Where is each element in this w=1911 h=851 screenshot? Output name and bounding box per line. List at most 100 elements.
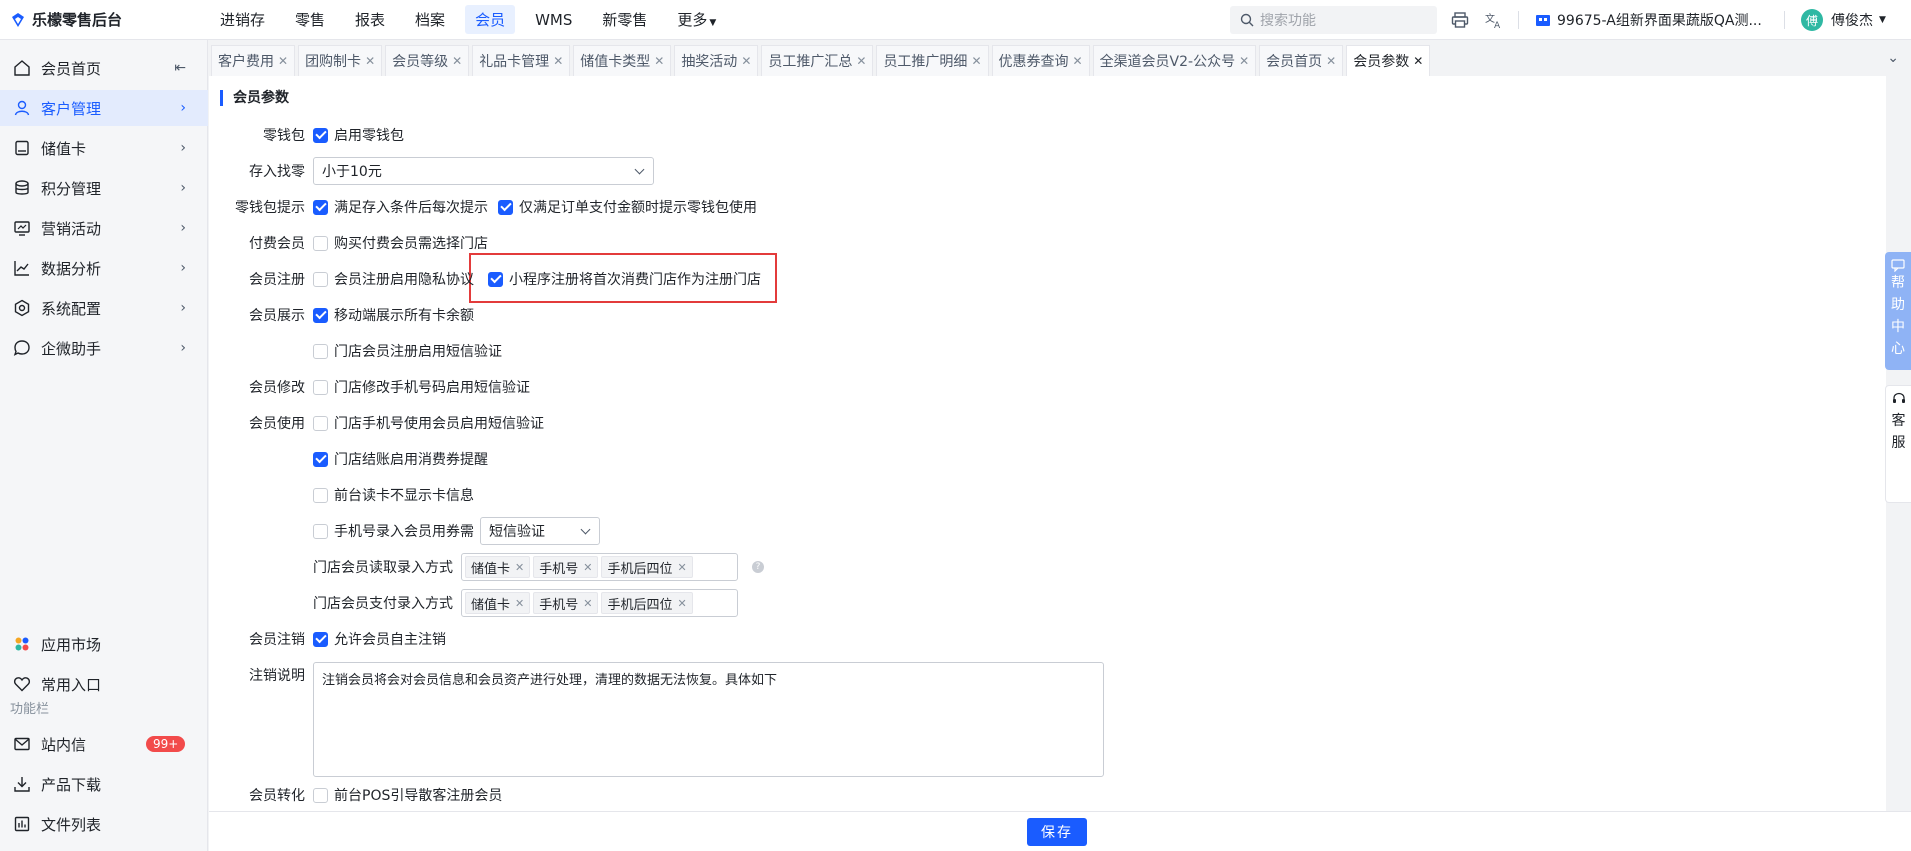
search-input[interactable]: 搜索功能 — [1230, 6, 1437, 34]
tab-label: 全渠道会员V2-公众号 — [1099, 54, 1236, 70]
close-icon[interactable]: ✕ — [1073, 54, 1083, 68]
line-chart-icon — [13, 259, 31, 277]
tab-label: 优惠券查询 — [998, 54, 1069, 70]
tag: 手机号 ✕ — [533, 592, 599, 614]
nav-item-retail[interactable]: 零售 — [285, 5, 335, 34]
nav-item-reports[interactable]: 报表 — [345, 5, 395, 34]
close-icon[interactable]: ✕ — [1326, 54, 1336, 68]
allow-self-cancel-checkbox[interactable] — [313, 631, 328, 647]
user-menu[interactable]: 傅 傅俊杰 ▼ — [1801, 0, 1886, 40]
store-selector[interactable]: 99675-A组新界面果蔬版QA测... — [1535, 0, 1762, 40]
tab-customer-fee[interactable]: 客户费用 ✕ — [211, 45, 296, 76]
close-icon[interactable]: ✕ — [741, 54, 751, 68]
close-icon[interactable]: ✕ — [677, 561, 686, 574]
close-icon[interactable]: ✕ — [278, 54, 288, 68]
close-icon[interactable]: ✕ — [1413, 54, 1423, 68]
read-mode-tag-input[interactable]: 储值卡 ✕ 手机号 ✕ 手机后四位 ✕ — [461, 553, 738, 581]
deposit-change-select[interactable]: 小于10元 — [313, 157, 654, 185]
sidebar-item-data-analysis[interactable]: 数据分析 › — [0, 250, 208, 286]
chevron-down-icon — [580, 524, 591, 535]
miniprogram-register-store-checkbox[interactable] — [488, 271, 503, 287]
cancel-note-textarea[interactable]: 注销会员将会对会员信息和会员资产进行处理，清理的数据无法恢复。具体如下 — [313, 662, 1104, 777]
nav-item-inventory[interactable]: 进销存 — [210, 5, 275, 34]
field-label: 会员注册 — [249, 272, 305, 288]
wallet-tip-order-checkbox[interactable] — [498, 199, 513, 215]
tab-member-params[interactable]: 会员参数 ✕ — [1346, 45, 1431, 76]
close-icon[interactable]: ✕ — [971, 54, 981, 68]
sidebar-item-marketing[interactable]: 营销活动 › — [0, 210, 208, 246]
close-icon[interactable]: ✕ — [583, 561, 592, 574]
top-bar: 乐檬零售后台 进销存 零售 报表 档案 会员 WMS 新零售 更多 ▼ 搜索功能 … — [0, 0, 1911, 40]
close-icon[interactable]: ✕ — [677, 597, 686, 610]
sidebar-item-customer-management[interactable]: 客户管理 › — [0, 90, 208, 126]
wallet-tip-each-checkbox[interactable] — [313, 199, 328, 215]
chevron-down-icon[interactable]: ⌄ — [1887, 50, 1899, 66]
member-params-form: 会员参数 零钱包 启用零钱包 存入找零 小于10元 零钱包提示 满足存入条件后每… — [209, 76, 1886, 811]
help-center-button[interactable]: 帮 助 中 心 — [1885, 252, 1911, 370]
close-icon[interactable]: ✕ — [856, 54, 866, 68]
help-icon[interactable]: ? — [752, 561, 764, 573]
pos-guide-register-checkbox[interactable] — [313, 787, 328, 803]
tab-lottery[interactable]: 抽奖活动 ✕ — [674, 45, 759, 76]
coupon-reminder-checkbox[interactable] — [313, 451, 328, 467]
close-icon[interactable]: ✕ — [654, 54, 664, 68]
pay-mode-tag-input[interactable]: 储值卡 ✕ 手机号 ✕ 手机后四位 ✕ — [461, 589, 738, 617]
nav-item-new-retail[interactable]: 新零售 — [592, 5, 657, 34]
tab-promo-summary[interactable]: 员工推广汇总 ✕ — [761, 45, 874, 76]
tab-group-card[interactable]: 团购制卡 ✕ — [298, 45, 383, 76]
sidebar-item-messages[interactable]: 站内信 99+ — [0, 726, 208, 762]
customer-service-button[interactable]: 客 服 — [1885, 385, 1911, 503]
close-icon[interactable]: ✕ — [1239, 54, 1249, 68]
sidebar-item-system-config[interactable]: 系统配置 › — [0, 290, 208, 326]
close-icon[interactable]: ✕ — [515, 561, 524, 574]
show-all-balance-checkbox[interactable] — [313, 307, 328, 323]
checkbox-label: 门店手机号使用会员启用短信验证 — [334, 416, 544, 432]
sidebar-item-label: 储值卡 — [41, 139, 87, 158]
save-button[interactable]: 保存 — [1027, 818, 1087, 846]
chevron-right-icon: › — [180, 340, 186, 356]
coupon-verify-select[interactable]: 短信验证 — [480, 517, 600, 545]
close-icon[interactable]: ✕ — [553, 54, 563, 68]
tab-member-level[interactable]: 会员等级 ✕ — [385, 45, 470, 76]
checkbox-label: 会员注册启用隐私协议 — [334, 272, 474, 288]
sidebar-item-favorites[interactable]: 常用入口 — [0, 666, 208, 702]
collapse-sidebar-icon[interactable]: ⇤ — [174, 60, 186, 76]
tab-member-home[interactable]: 会员首页 ✕ — [1259, 45, 1344, 76]
chevron-right-icon: › — [180, 100, 186, 116]
translate-icon[interactable]: 文A — [1484, 10, 1504, 30]
sidebar-item-file-list[interactable]: 文件列表 — [0, 806, 208, 842]
printer-icon[interactable] — [1450, 10, 1470, 30]
tab-omnichannel[interactable]: 全渠道会员V2-公众号 ✕ — [1092, 45, 1257, 76]
tab-coupon-query[interactable]: 优惠券查询 ✕ — [991, 45, 1090, 76]
close-icon[interactable]: ✕ — [515, 597, 524, 610]
tab-promo-detail[interactable]: 员工推广明细 ✕ — [876, 45, 989, 76]
store-register-sms-checkbox[interactable] — [313, 343, 328, 359]
close-icon[interactable]: ✕ — [452, 54, 462, 68]
nav-item-member[interactable]: 会员 — [465, 5, 516, 34]
close-icon[interactable]: ✕ — [583, 597, 592, 610]
sidebar-item-points[interactable]: 积分管理 › — [0, 170, 208, 206]
hide-card-info-checkbox[interactable] — [313, 487, 328, 503]
nav-item-more[interactable]: 更多 ▼ — [667, 5, 726, 34]
checkbox-label: 前台读卡不显示卡信息 — [334, 488, 474, 504]
sidebar-item-app-market[interactable]: 应用市场 — [0, 626, 208, 662]
paid-member-store-checkbox[interactable] — [313, 235, 328, 251]
sidebar-item-stored-value-card[interactable]: 储值卡 › — [0, 130, 208, 166]
nav-item-wms[interactable]: WMS — [525, 7, 582, 33]
tab-stored-card-type[interactable]: 储值卡类型 ✕ — [573, 45, 672, 76]
sidebar-item-member-home[interactable]: 会员首页 ⇤ — [0, 50, 208, 86]
sidebar-item-product-download[interactable]: 产品下载 — [0, 766, 208, 802]
nav-item-archives[interactable]: 档案 — [405, 5, 455, 34]
modify-phone-sms-checkbox[interactable] — [313, 379, 328, 395]
wallet-checkbox[interactable] — [313, 127, 328, 143]
app-logo[interactable]: 乐檬零售后台 — [0, 9, 210, 30]
checkbox-label: 门店结账启用消费券提醒 — [334, 452, 488, 468]
phone-coupon-verify-checkbox[interactable] — [313, 523, 328, 539]
phone-use-sms-checkbox[interactable] — [313, 415, 328, 431]
tab-gift-card[interactable]: 礼品卡管理 ✕ — [472, 45, 571, 76]
privacy-agreement-checkbox[interactable] — [313, 271, 328, 287]
checkbox-label: 移动端展示所有卡余额 — [334, 308, 474, 324]
tag-label: 手机后四位 — [607, 597, 673, 613]
close-icon[interactable]: ✕ — [365, 54, 375, 68]
sidebar-item-wecom-assistant[interactable]: 企微助手 › — [0, 330, 208, 366]
